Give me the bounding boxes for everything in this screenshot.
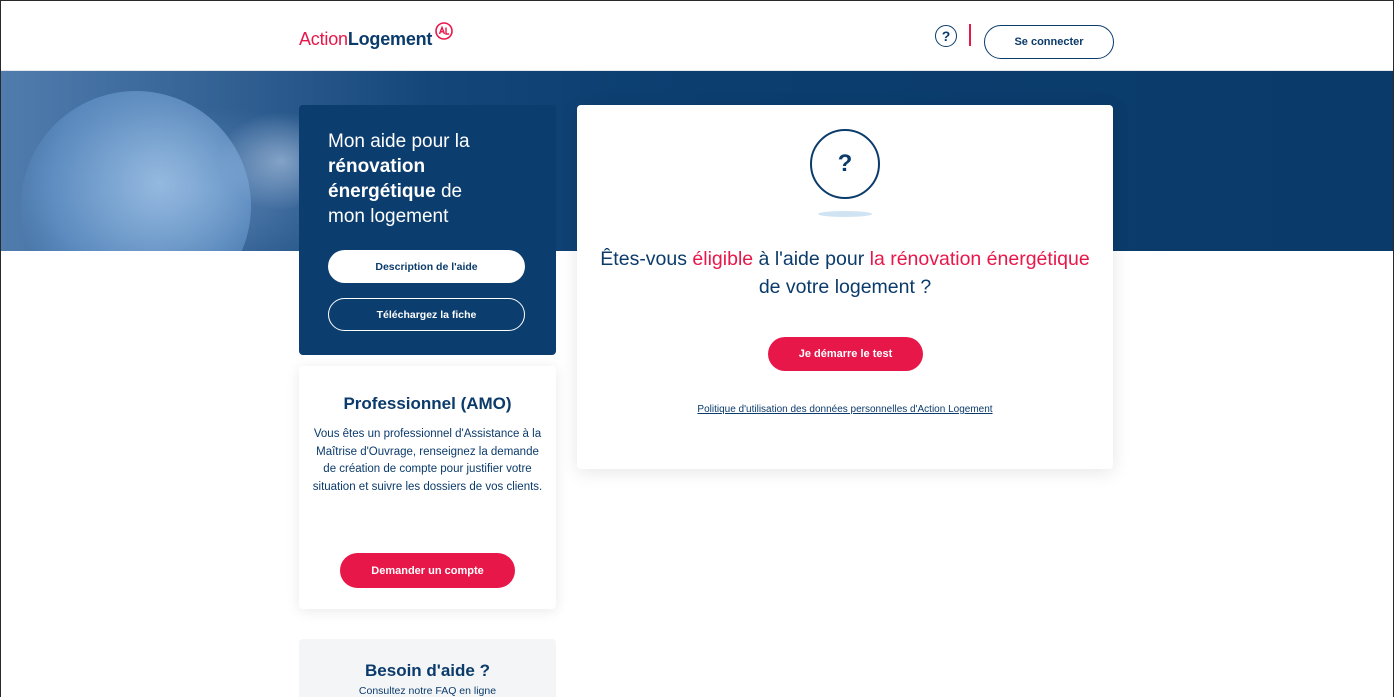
professional-title: Professionnel (AMO) — [343, 394, 512, 413]
site-header: Action Logement ? Se connecter — [1, 1, 1393, 71]
eligibility-title-part-1: Êtes-vous — [600, 248, 693, 270]
question-icon-shadow — [818, 211, 872, 217]
logo-action-text: Action — [299, 29, 348, 49]
eligibility-title-part-3: de votre logement ? — [758, 276, 932, 298]
start-test-button[interactable]: Je démarre le test — [768, 337, 923, 371]
aid-title-line-2: rénovation — [328, 156, 426, 177]
page: Action Logement ? Se connecter Mon aide p… — [0, 0, 1394, 697]
aid-title-line-3: énergétique — [328, 181, 436, 202]
aid-title-line-3-suffix: de — [435, 181, 463, 202]
professional-card: Professionnel (AMO) Vous êtes un profess… — [299, 366, 556, 609]
help-icon[interactable]: ? — [935, 25, 957, 47]
professional-text: Vous êtes un professionnel d'Assistance … — [312, 428, 543, 493]
eligibility-card: ? Êtes-vous éligible à l'aide pour la ré… — [577, 105, 1113, 469]
login-button[interactable]: Se connecter — [984, 25, 1114, 59]
eligibility-title-highlight-2: la rénovation énergétique — [869, 248, 1090, 270]
help-title: Besoin d'aide ? — [365, 661, 490, 680]
action-logement-logo[interactable]: Action Logement — [299, 22, 454, 50]
question-icon: ? — [810, 129, 880, 199]
request-account-button[interactable]: Demander un compte — [340, 553, 515, 588]
help-card: Besoin d'aide ? Consultez notre FAQ en l… — [299, 639, 556, 697]
header-divider — [969, 24, 971, 46]
eligibility-title: Êtes-vous éligible à l'aide pour la réno… — [597, 245, 1093, 301]
question-icon-glyph: ? — [837, 150, 853, 177]
aid-title-line-1: Mon aide pour la — [328, 131, 470, 152]
privacy-policy-link[interactable]: Politique d'utilisation des données pers… — [577, 404, 1113, 415]
al-logo-icon — [435, 22, 454, 40]
description-button[interactable]: Description de l'aide — [328, 250, 525, 283]
download-sheet-button[interactable]: Téléchargez la fiche — [328, 298, 525, 331]
faq-link[interactable]: Consultez notre FAQ en ligne — [299, 685, 556, 697]
aid-card: Mon aide pour la rénovation énergétique … — [299, 105, 556, 355]
help-icon-glyph: ? — [941, 28, 951, 44]
logo-logement-text: Logement — [347, 29, 433, 49]
eligibility-title-part-2: à l'aide pour — [753, 248, 870, 270]
eligibility-title-highlight-1: éligible — [692, 248, 754, 270]
aid-title: Mon aide pour la rénovation énergétique … — [328, 129, 527, 229]
aid-title-line-4: mon logement — [328, 206, 449, 227]
